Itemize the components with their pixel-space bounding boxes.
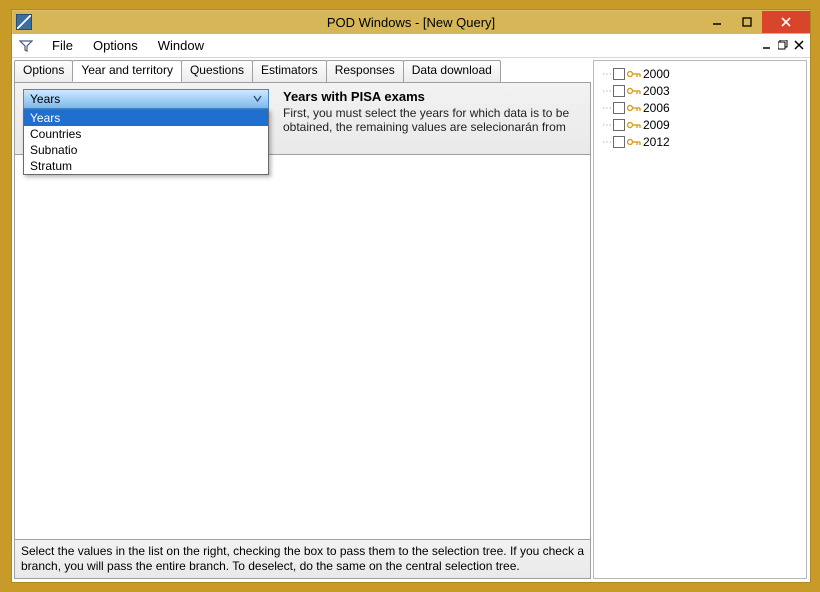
mdi-child-controls	[762, 39, 810, 53]
tree-item-label: 2000	[643, 67, 670, 81]
tree-checkbox[interactable]	[613, 68, 625, 80]
value-tree-panel: ⋯ 2000 ⋯ 2003 ⋯ 2006 ⋯ 2009	[593, 60, 807, 579]
window-title: POD Windows - [New Query]	[327, 15, 495, 30]
tree-item-label: 2006	[643, 101, 670, 115]
dropdown-option-countries[interactable]: Countries	[24, 126, 268, 142]
tree-connector-icon: ⋯	[602, 69, 611, 80]
tree-item[interactable]: ⋯ 2003	[602, 83, 802, 99]
description-text: First, you must select the years for whi…	[283, 106, 580, 134]
tab-strip: Options Year and territory Questions Est…	[14, 60, 591, 82]
close-icon	[780, 16, 792, 28]
description-block: Years with PISA exams First, you must se…	[283, 89, 580, 134]
restore-icon	[778, 40, 788, 50]
window-controls	[702, 11, 810, 33]
dropdown-option-stratum[interactable]: Stratum	[24, 158, 268, 174]
key-icon	[627, 85, 641, 97]
filter-icon[interactable]	[18, 38, 34, 54]
dimension-combo-wrap: Years Years Countries Subnatio Stratum	[23, 89, 269, 109]
tab-options[interactable]: Options	[14, 60, 73, 82]
menu-window[interactable]: Window	[148, 34, 214, 57]
tab-data-download[interactable]: Data download	[403, 60, 501, 82]
selector-strip: Years Years Countries Subnatio Stratum	[15, 83, 590, 155]
minimize-icon	[712, 17, 722, 27]
close-icon	[794, 40, 804, 50]
combo-selected-label: Years	[30, 92, 60, 106]
title-bar[interactable]: POD Windows - [New Query]	[12, 10, 810, 34]
mdi-close-button[interactable]	[794, 39, 804, 53]
selection-area	[15, 155, 590, 539]
description-title: Years with PISA exams	[283, 89, 580, 104]
menu-options[interactable]: Options	[83, 34, 148, 57]
app-icon	[16, 14, 32, 30]
key-icon	[627, 136, 641, 148]
minimize-icon	[762, 40, 772, 50]
maximize-icon	[742, 17, 752, 27]
dimension-combo[interactable]: Years	[23, 89, 269, 109]
key-icon	[627, 68, 641, 80]
tree-connector-icon: ⋯	[602, 86, 611, 97]
dropdown-option-years[interactable]: Years	[24, 110, 268, 126]
tree-connector-icon: ⋯	[602, 120, 611, 131]
tree-checkbox[interactable]	[613, 102, 625, 114]
dropdown-option-subnatio[interactable]: Subnatio	[24, 142, 268, 158]
key-icon	[627, 102, 641, 114]
tab-estimators[interactable]: Estimators	[252, 60, 327, 82]
tree-item[interactable]: ⋯ 2009	[602, 117, 802, 133]
menu-file[interactable]: File	[42, 34, 83, 57]
chevron-down-icon	[253, 92, 262, 106]
maximize-button[interactable]	[732, 11, 762, 33]
tab-body: Years Years Countries Subnatio Stratum	[14, 82, 591, 579]
tab-responses[interactable]: Responses	[326, 60, 404, 82]
tree-item[interactable]: ⋯ 2006	[602, 100, 802, 116]
tree-checkbox[interactable]	[613, 136, 625, 148]
minimize-button[interactable]	[702, 11, 732, 33]
footer-hint: Select the values in the list on the rig…	[15, 539, 590, 578]
left-panel: Options Year and territory Questions Est…	[14, 60, 591, 579]
tree-item-label: 2003	[643, 84, 670, 98]
tree-item[interactable]: ⋯ 2000	[602, 66, 802, 82]
tree-checkbox[interactable]	[613, 119, 625, 131]
tab-questions[interactable]: Questions	[181, 60, 253, 82]
application-window: POD Windows - [New Query] File Options W…	[11, 9, 811, 583]
key-icon	[627, 119, 641, 131]
tree-item[interactable]: ⋯ 2012	[602, 134, 802, 150]
tree-item-label: 2009	[643, 118, 670, 132]
menu-bar: File Options Window	[12, 34, 810, 58]
dimension-dropdown[interactable]: Years Countries Subnatio Stratum	[23, 109, 269, 175]
mdi-minimize-button[interactable]	[762, 39, 772, 53]
tree-item-label: 2012	[643, 135, 670, 149]
tree-checkbox[interactable]	[613, 85, 625, 97]
tree-connector-icon: ⋯	[602, 137, 611, 148]
tree-connector-icon: ⋯	[602, 103, 611, 114]
client-area: Options Year and territory Questions Est…	[12, 58, 810, 582]
mdi-restore-button[interactable]	[778, 39, 788, 53]
tab-year-and-territory[interactable]: Year and territory	[72, 60, 182, 82]
close-button[interactable]	[762, 11, 810, 33]
